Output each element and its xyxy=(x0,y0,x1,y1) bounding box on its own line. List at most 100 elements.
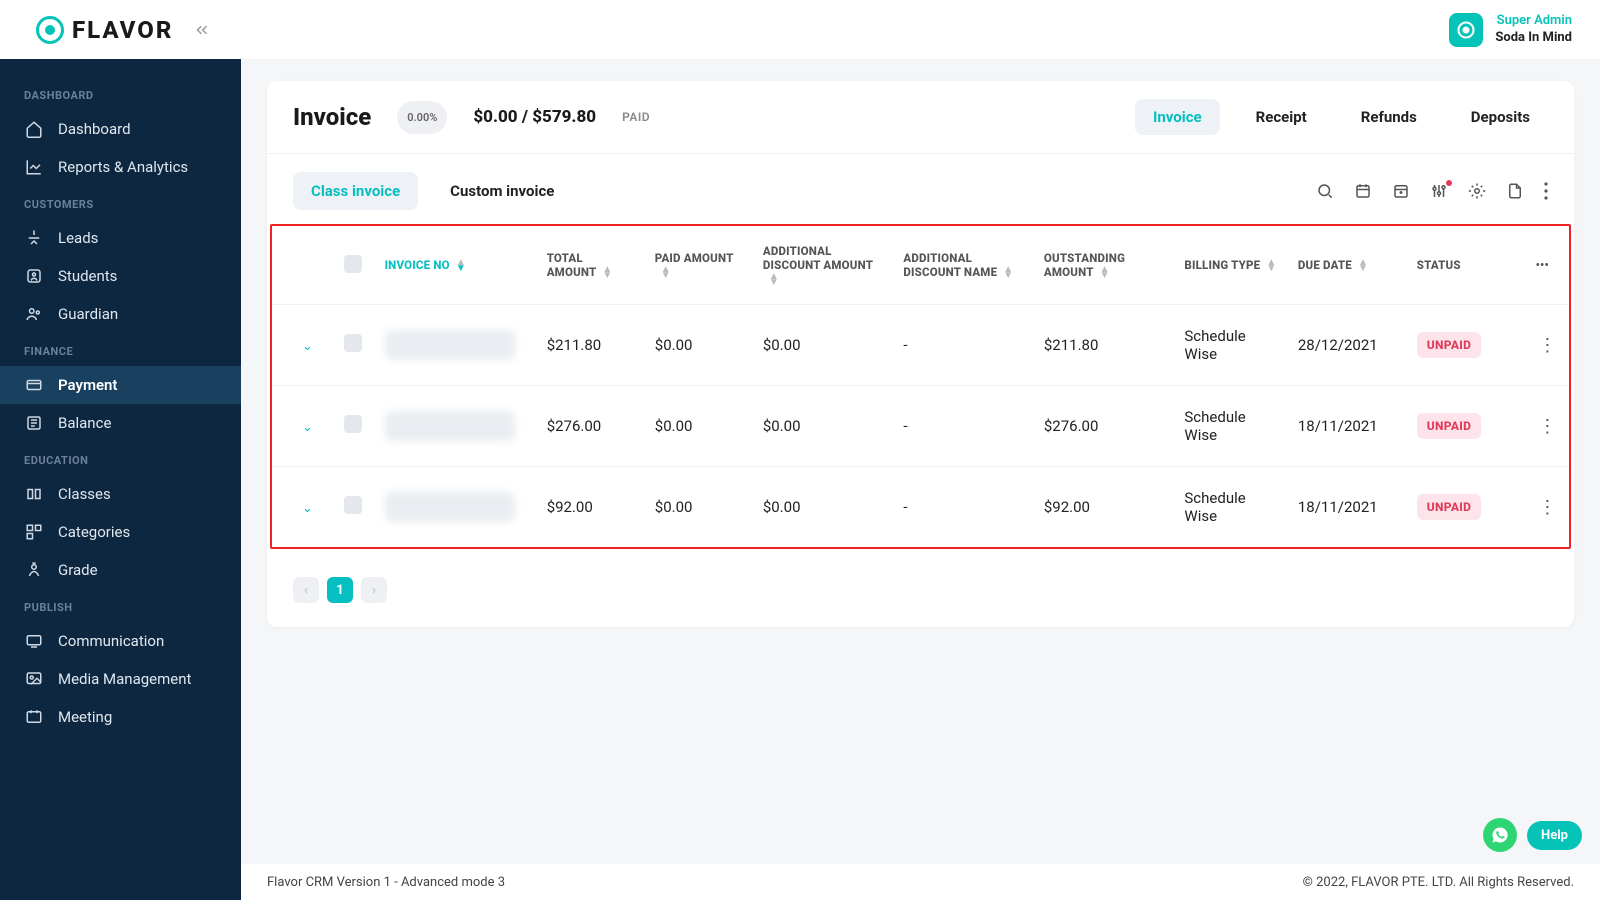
select-all-checkbox[interactable] xyxy=(344,255,362,273)
leads-icon xyxy=(24,229,44,247)
cell-outstanding: $211.80 xyxy=(1034,305,1175,386)
sidebar-item-dashboard[interactable]: Dashboard xyxy=(0,110,241,148)
content: Invoice 0.00% $0.00 / $579.80 PAID Invoi… xyxy=(241,59,1600,864)
sidebar-item-meeting[interactable]: Meeting xyxy=(0,698,241,736)
page-prev[interactable]: ‹ xyxy=(293,577,319,603)
filter-settings-icon[interactable] xyxy=(1430,182,1448,200)
col-outstanding[interactable]: OUTSTANDING AMOUNT▲▼ xyxy=(1034,226,1175,305)
status-badge: UNPAID xyxy=(1417,413,1481,439)
expand-row-icon[interactable]: ⌄ xyxy=(296,420,319,435)
cell-total: $211.80 xyxy=(537,305,645,386)
sidebar-item-reports[interactable]: Reports & Analytics xyxy=(0,148,241,186)
cell-paid: $0.00 xyxy=(645,386,753,467)
sidebar-item-students[interactable]: Students xyxy=(0,257,241,295)
page-title: Invoice xyxy=(293,103,371,131)
sidebar-item-classes[interactable]: Classes xyxy=(0,475,241,513)
tab-receipt[interactable]: Receipt xyxy=(1238,99,1325,135)
status-badge: UNPAID xyxy=(1417,494,1481,520)
sidebar-item-label: Communication xyxy=(58,632,164,650)
tab-deposits[interactable]: Deposits xyxy=(1453,99,1548,135)
col-status[interactable]: STATUS xyxy=(1407,226,1526,305)
col-paid[interactable]: PAID AMOUNT▲▼ xyxy=(645,226,753,305)
sidebar-item-media[interactable]: Media Management xyxy=(0,660,241,698)
brand-logo[interactable]: FLAVOR xyxy=(36,16,173,44)
sidebar-item-guardian[interactable]: Guardian xyxy=(0,295,241,333)
row-more-icon[interactable]: ⋮ xyxy=(1526,467,1569,548)
subtab-class-invoice[interactable]: Class invoice xyxy=(293,172,418,210)
calendar-icon[interactable] xyxy=(1354,182,1372,200)
user-menu[interactable]: Super Admin Soda In Mind xyxy=(1449,13,1572,47)
more-icon[interactable] xyxy=(1544,182,1548,200)
avatar-icon xyxy=(1449,13,1483,47)
sidebar-item-categories[interactable]: Categories xyxy=(0,513,241,551)
table-row: ⌄ $211.80 $0.00 $0.00 - $211.80 Schedule… xyxy=(272,305,1569,386)
sidebar-item-label: Categories xyxy=(58,523,130,541)
sidebar-item-grade[interactable]: Grade xyxy=(0,551,241,589)
col-total[interactable]: TOTAL AMOUNT▲▼ xyxy=(537,226,645,305)
sidebar-item-label: Balance xyxy=(58,414,111,432)
cell-total: $92.00 xyxy=(537,467,645,548)
subtab-custom-invoice[interactable]: Custom invoice xyxy=(432,172,572,210)
sidebar-item-balance[interactable]: Balance xyxy=(0,404,241,442)
guardian-icon xyxy=(24,305,44,323)
col-addl-amount[interactable]: ADDITIONAL DISCOUNT AMOUNT▲▼ xyxy=(753,226,894,305)
row-checkbox[interactable] xyxy=(344,496,362,514)
cell-addl-amount: $0.00 xyxy=(753,305,894,386)
row-more-icon[interactable]: ⋮ xyxy=(1526,386,1569,467)
pagination: ‹ 1 › xyxy=(267,567,1574,627)
calendar-add-icon[interactable] xyxy=(1392,182,1410,200)
expand-row-icon[interactable]: ⌄ xyxy=(296,501,319,516)
students-icon xyxy=(24,267,44,285)
col-billing[interactable]: BILLING TYPE▲▼ xyxy=(1174,226,1287,305)
sidebar-item-label: Guardian xyxy=(58,305,118,323)
sidebar-item-label: Reports & Analytics xyxy=(58,158,188,176)
sidebar-item-label: Payment xyxy=(58,376,117,394)
invoice-no-redacted xyxy=(385,492,515,522)
cell-paid: $0.00 xyxy=(645,467,753,548)
search-icon[interactable] xyxy=(1316,182,1334,200)
logo-mark-icon xyxy=(36,16,64,44)
export-icon[interactable] xyxy=(1506,182,1524,200)
classes-icon xyxy=(24,485,44,503)
chart-icon xyxy=(24,158,44,176)
payment-icon xyxy=(24,376,44,394)
collapse-sidebar-icon[interactable] xyxy=(193,21,211,39)
sidebar-item-leads[interactable]: Leads xyxy=(0,219,241,257)
page-current[interactable]: 1 xyxy=(327,577,353,603)
percent-pill: 0.00% xyxy=(397,101,447,134)
tab-invoice[interactable]: Invoice xyxy=(1135,99,1220,135)
cell-total: $276.00 xyxy=(537,386,645,467)
help-button[interactable]: Help xyxy=(1527,821,1582,850)
expand-row-icon[interactable]: ⌄ xyxy=(296,339,319,354)
cell-outstanding: $276.00 xyxy=(1034,386,1175,467)
row-more-icon[interactable]: ⋮ xyxy=(1526,305,1569,386)
sidebar-item-label: Grade xyxy=(58,561,98,579)
col-addl-name[interactable]: ADDITIONAL DISCOUNT NAME▲▼ xyxy=(893,226,1034,305)
grade-icon xyxy=(24,561,44,579)
whatsapp-fab[interactable] xyxy=(1483,818,1517,852)
meeting-icon xyxy=(24,708,44,726)
sidebar-item-label: Dashboard xyxy=(58,120,131,138)
tab-refunds[interactable]: Refunds xyxy=(1343,99,1435,135)
page-next[interactable]: › xyxy=(361,577,387,603)
sidebar-item-communication[interactable]: Communication xyxy=(0,622,241,660)
table-toolbar xyxy=(1316,182,1548,200)
col-due[interactable]: DUE DATE▲▼ xyxy=(1288,226,1407,305)
col-invoice-no[interactable]: INVOICE NO▲▼ xyxy=(375,226,537,305)
cell-due: 18/11/2021 xyxy=(1288,386,1407,467)
topbar: FLAVOR Super Admin Soda In Mind xyxy=(0,0,1600,59)
cell-billing: Schedule Wise xyxy=(1174,386,1287,467)
cell-addl-amount: $0.00 xyxy=(753,386,894,467)
footer: Flavor CRM Version 1 - Advanced mode 3 ©… xyxy=(241,864,1600,900)
sidebar: DASHBOARD Dashboard Reports & Analytics … xyxy=(0,59,241,900)
nav-section-education: EDUCATION xyxy=(0,442,241,475)
nav-section-dashboard: DASHBOARD xyxy=(0,77,241,110)
sidebar-item-payment[interactable]: Payment xyxy=(0,366,241,404)
col-actions: ••• xyxy=(1526,226,1569,305)
cell-addl-amount: $0.00 xyxy=(753,467,894,548)
row-checkbox[interactable] xyxy=(344,415,362,433)
row-checkbox[interactable] xyxy=(344,334,362,352)
gear-icon[interactable] xyxy=(1468,182,1486,200)
sidebar-item-label: Media Management xyxy=(58,670,191,688)
cell-addl-name: - xyxy=(893,386,1034,467)
